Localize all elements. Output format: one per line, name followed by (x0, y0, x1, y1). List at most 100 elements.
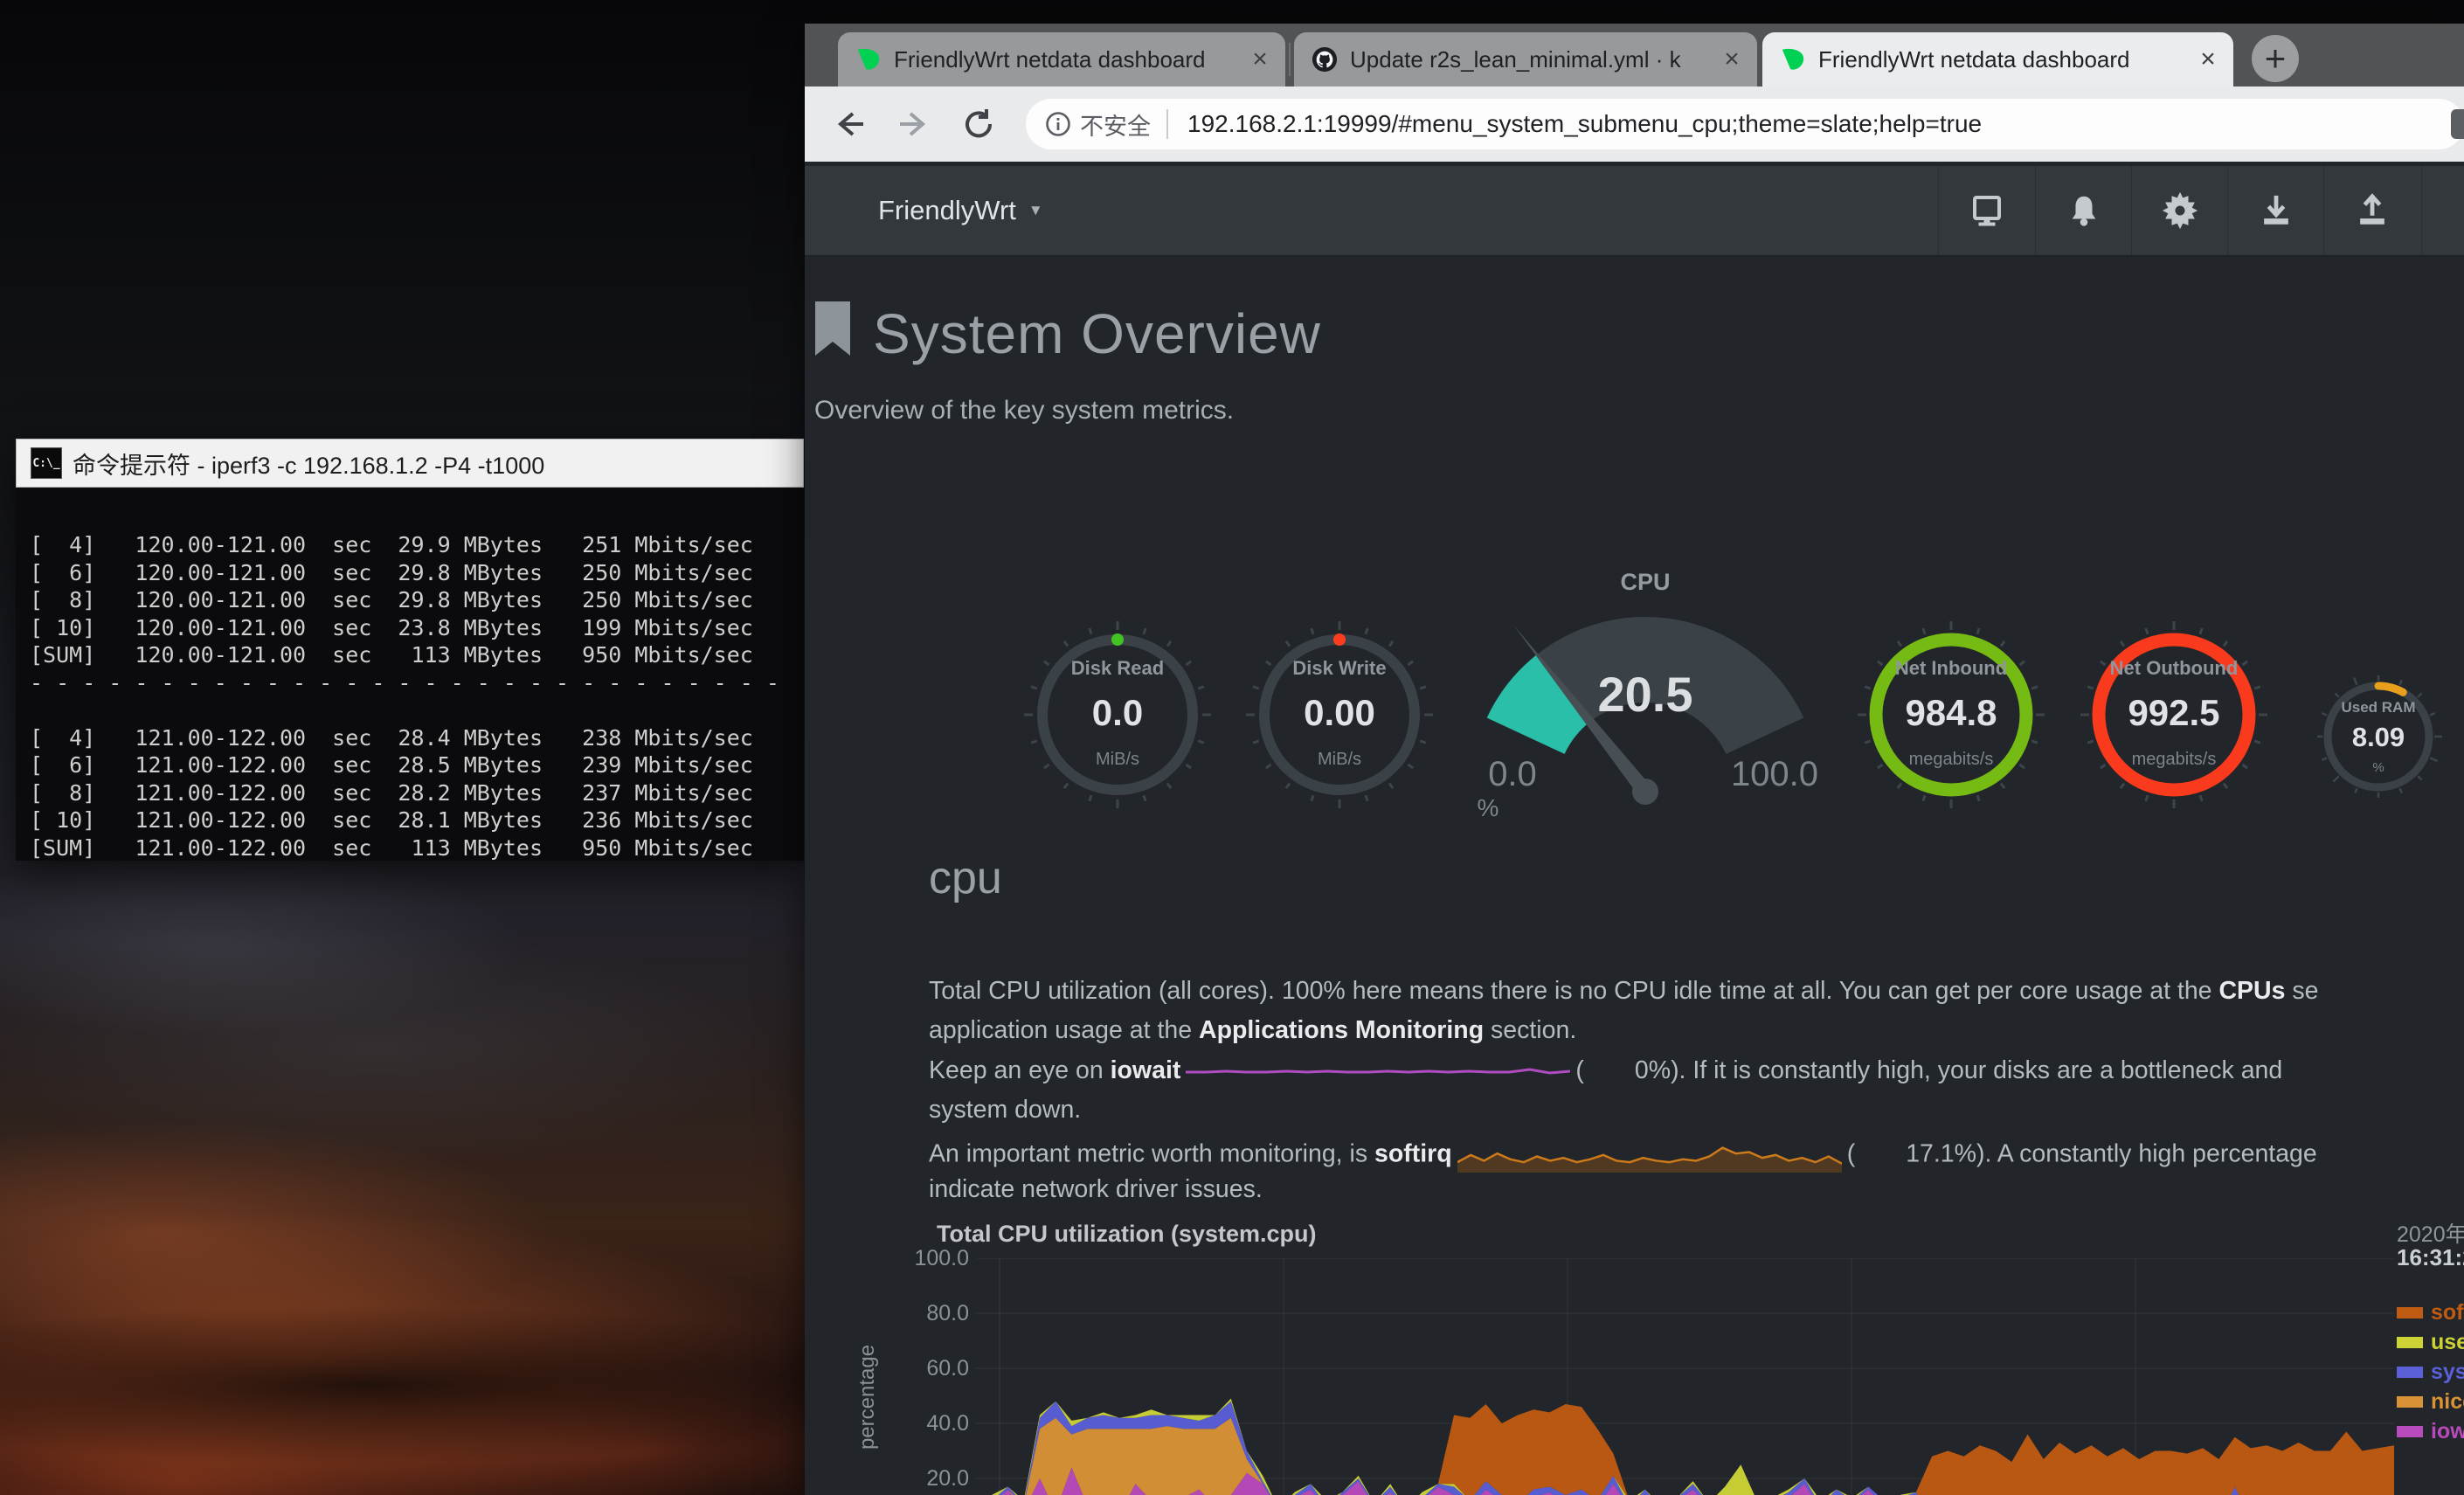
browser-window: FriendlyWrt netdata dashboard × Update r… (805, 24, 2464, 1495)
page-subtitle: Overview of the key system metrics. (814, 396, 1234, 426)
gauge-value: 8.09 (2313, 722, 2444, 753)
gauge-disk-write[interactable]: Disk Write 0.00 MiB/s (1243, 619, 1436, 811)
iowait-value: 0% (1635, 1056, 1671, 1084)
reload-button[interactable] (953, 99, 1004, 149)
gauge-value: 992.5 (2078, 692, 2270, 734)
back-button[interactable] (824, 99, 875, 149)
host-name: FriendlyWrt (878, 195, 1016, 226)
security-label: 不安全 (1080, 107, 1151, 142)
url-text[interactable]: 192.168.2.1:19999/#menu_system_submenu_c… (1187, 110, 1982, 138)
text: ). A constantly high percentage (1976, 1140, 2317, 1168)
legend-swatch (2397, 1307, 2423, 1319)
chart-legend[interactable]: softirq user system niceiowait (2397, 1298, 2464, 1446)
gauge-unit: megabits/s (2078, 750, 2270, 770)
tab-netdata-2-active[interactable]: FriendlyWrt netdata dashboard × (1762, 32, 2233, 87)
cpus-link[interactable]: CPUs (2218, 977, 2285, 1005)
legend-label: softirq (2431, 1300, 2464, 1325)
info-icon (1045, 111, 1071, 137)
gauge-unit: megabits/s (1855, 750, 2047, 770)
print-view-button[interactable] (1939, 166, 2035, 255)
gauge-net-outbound[interactable]: Net Outbound 992.5 megabits/s (2078, 619, 2270, 811)
cpu-description-line: An important metric worth monitoring, is… (929, 1136, 2464, 1174)
cpu-utilization-chart[interactable] (976, 1258, 2394, 1495)
forward-button[interactable] (889, 99, 939, 149)
gauge-label: Net Inbound (1855, 657, 2047, 680)
netdata-page: FriendlyWrt ▼ (805, 162, 2464, 1495)
gauge-unit: % (2313, 760, 2444, 775)
legend-item[interactable]: softirq (2397, 1298, 2464, 1327)
gauge-unit: MiB/s (1021, 750, 1214, 770)
iowait-label: iowait (1111, 1056, 1181, 1084)
text: section. (1484, 1016, 1576, 1044)
gauge-net-inbound[interactable]: Net Inbound 984.8 megabits/s (1855, 619, 2047, 811)
tab-title: Update r2s_lean_minimal.yml · k (1350, 46, 1706, 73)
gauge-used-ram[interactable]: Used RAM 8.09 % (2313, 671, 2444, 802)
gauge-cpu[interactable]: 20.5 0.0 100.0 % (1444, 593, 1846, 829)
legend-swatch (2397, 1367, 2423, 1378)
terminal-title: 命令提示符 - iperf3 -c 192.168.1.2 -P4 -t1000 (73, 446, 544, 481)
host-dropdown[interactable]: FriendlyWrt ▼ (878, 166, 1043, 255)
address-bar[interactable]: 不安全 192.168.2.1:19999/#menu_system_subme… (1026, 99, 2464, 149)
gear-icon (2161, 191, 2199, 230)
section-header: System Overview (813, 301, 1321, 366)
download-icon (2258, 192, 2294, 229)
legend-item[interactable]: system (2397, 1357, 2464, 1387)
new-tab-button[interactable]: + (2252, 35, 2299, 82)
bookmark-icon (813, 301, 852, 357)
legend-label: nice (2431, 1389, 2464, 1415)
text: ). If it is constantly high, your disks … (1671, 1056, 2282, 1084)
terminal-titlebar[interactable]: C:\_ 命令提示符 - iperf3 -c 192.168.1.2 -P4 -… (16, 439, 804, 488)
terminal-window: C:\_ 命令提示符 - iperf3 -c 192.168.1.2 -P4 -… (16, 439, 804, 861)
terminal-output[interactable]: [ 4] 120.00-121.00 sec 29.9 MBytes 251 M… (16, 488, 804, 861)
text: se (2285, 977, 2318, 1005)
tab-github[interactable]: Update r2s_lean_minimal.yml · k × (1294, 32, 1757, 87)
cpu-description-line: Total CPU utilization (all cores). 100% … (929, 977, 2464, 1015)
text: ( (1847, 1140, 1856, 1168)
applications-monitoring-link[interactable]: Applications Monitoring (1199, 1016, 1484, 1044)
gauge-value: 0.00 (1243, 692, 1436, 734)
address-divider (1166, 109, 1168, 139)
monitor-icon (1968, 191, 2006, 230)
browser-toolbar: 不安全 192.168.2.1:19999/#menu_system_subme… (805, 87, 2464, 162)
gauge-label: Used RAM (2313, 699, 2444, 716)
gauge-disk-read[interactable]: Disk Read 0.0 MiB/s (1021, 619, 1214, 811)
tab-close-icon[interactable]: × (2193, 45, 2223, 74)
softirq-value: 17.1% (1906, 1140, 1976, 1168)
cpu-description-line: indicate network driver issues. (929, 1175, 2464, 1214)
tab-close-icon[interactable]: × (1245, 45, 1275, 74)
gauge-value: 984.8 (1855, 692, 2047, 734)
text: Keep an eye on (929, 1056, 1111, 1084)
text: Total CPU utilization (all cores). 100% … (929, 977, 2218, 1005)
chevron-down-icon: ▼ (1028, 202, 1043, 219)
y-tick: 20.0 (908, 1466, 969, 1492)
legend-label: user (2431, 1330, 2464, 1355)
chart-time: 16:31:2 (2397, 1244, 2464, 1271)
export-button[interactable] (2324, 166, 2420, 255)
tab-title: FriendlyWrt netdata dashboard (1818, 46, 2183, 73)
text: system down. (929, 1096, 1081, 1124)
extension-icon[interactable] (2451, 109, 2464, 139)
legend-item[interactable]: iowait (2397, 1416, 2464, 1446)
tab-strip: FriendlyWrt netdata dashboard × Update r… (805, 24, 2464, 87)
text: indicate network driver issues. (929, 1175, 1263, 1203)
y-tick: 60.0 (908, 1356, 969, 1381)
settings-button[interactable] (2132, 166, 2228, 255)
legend-item[interactable]: nice (2397, 1387, 2464, 1416)
alarms-button[interactable] (2036, 166, 2132, 255)
text: application usage at the (929, 1016, 1199, 1044)
gauge-value: 0.0 (1021, 692, 1214, 734)
y-tick: 100.0 (908, 1246, 969, 1271)
y-tick: 80.0 (908, 1301, 969, 1326)
cpu-description-line: system down. (929, 1096, 2464, 1134)
legend-item[interactable]: user (2397, 1327, 2464, 1357)
tab-close-icon[interactable]: × (1717, 45, 1747, 74)
tab-title: FriendlyWrt netdata dashboard (894, 46, 1235, 73)
security-chip[interactable]: 不安全 (1026, 99, 1166, 149)
import-button[interactable] (2228, 166, 2324, 255)
tab-netdata-1[interactable]: FriendlyWrt netdata dashboard × (838, 32, 1285, 87)
cpu-description-line: Keep an eye on iowait(0%). If it is cons… (929, 1056, 2464, 1095)
gauge-unit: % (1478, 794, 1499, 821)
gauge-min: 0.0 (1488, 755, 1537, 793)
legend-label: system (2431, 1360, 2464, 1385)
text: An important metric worth monitoring, is (929, 1140, 1374, 1168)
